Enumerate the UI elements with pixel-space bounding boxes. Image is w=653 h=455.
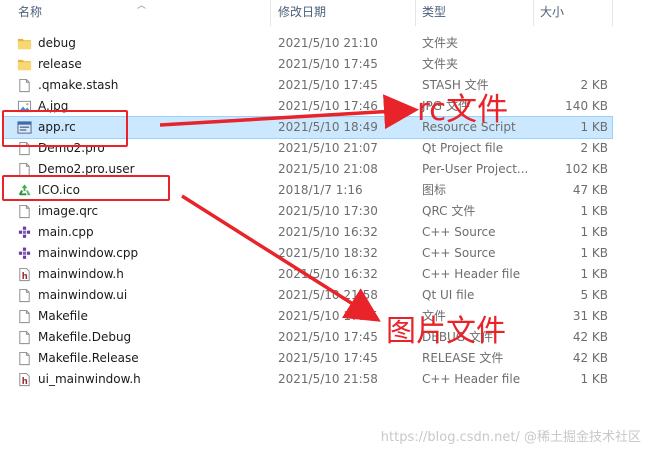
file-type: 图标: [422, 183, 447, 197]
file-modified-date: 2021/5/10 18:49: [278, 120, 378, 134]
file-size: 1 KB: [580, 120, 608, 134]
file-row[interactable]: Makefile 2021/5/10 17:45 文件 31 KB: [0, 306, 653, 327]
column-header-date[interactable]: 修改日期: [278, 0, 326, 25]
file-icon: [17, 309, 32, 324]
file-row[interactable]: release 2021/5/10 17:45 文件夹: [0, 54, 653, 75]
file-name: mainwindow.ui: [38, 288, 128, 302]
file-name: mainwindow.h: [38, 267, 124, 281]
cpp-source-icon: [17, 246, 32, 261]
file-type: C++ Header file: [422, 372, 521, 386]
cpp-header-icon: h: [17, 267, 32, 282]
file-size: 1 KB: [580, 204, 608, 218]
file-type: RELEASE 文件: [422, 351, 504, 365]
file-row[interactable]: mainwindow.ui 2021/5/10 21:58 Qt UI file 5 …: [0, 285, 653, 306]
file-size: 42 KB: [572, 330, 608, 344]
file-size: 1 KB: [580, 246, 608, 260]
file-name: release: [38, 57, 82, 71]
file-type: QRC 文件: [422, 204, 476, 218]
file-name: main.cpp: [38, 225, 94, 239]
file-modified-date: 2021/5/10 21:08: [278, 162, 378, 176]
folder-icon: [17, 36, 32, 51]
file-modified-date: 2021/5/10 17:45: [278, 351, 378, 365]
column-header-size[interactable]: 大小: [540, 0, 564, 25]
file-name: Makefile.Release: [38, 351, 139, 365]
file-size: [540, 54, 608, 75]
column-divider[interactable]: [415, 0, 416, 26]
cpp-source-icon: [17, 225, 32, 240]
image-file-annotation: 图片文件: [386, 314, 506, 349]
file-size: 1 KB: [580, 372, 608, 386]
file-row[interactable]: h mainwindow.h 2021/5/10 16:32 C++ Header f…: [0, 264, 653, 285]
file-modified-date: 2021/5/10 16:32: [278, 225, 378, 239]
file-icon: [17, 204, 32, 219]
file-type: 文件夹: [422, 36, 459, 50]
file-modified-date: 2021/5/10 18:32: [278, 246, 378, 260]
file-row[interactable]: debug 2021/5/10 21:10 文件夹: [0, 33, 653, 54]
column-divider[interactable]: [533, 0, 534, 26]
file-type: 文件夹: [422, 57, 459, 71]
file-modified-date: 2021/5/10 16:32: [278, 267, 378, 281]
file-modified-date: 2021/5/10 17:30: [278, 204, 378, 218]
file-size: 2 KB: [580, 141, 608, 155]
file-icon: [17, 330, 32, 345]
file-modified-date: 2021/5/10 21:07: [278, 141, 378, 155]
column-divider[interactable]: [612, 0, 613, 26]
file-icon: [17, 288, 32, 303]
file-modified-date: 2021/5/10 17:45: [278, 57, 378, 71]
column-divider[interactable]: [270, 0, 271, 26]
file-row[interactable]: .qmake.stash 2021/5/10 17:45 STASH 文件 2 KB: [0, 75, 653, 96]
file-name: debug: [38, 36, 76, 50]
file-row[interactable]: main.cpp 2021/5/10 16:32 C++ Source 1 KB: [0, 222, 653, 243]
file-icon: [17, 351, 32, 366]
file-name: .qmake.stash: [38, 78, 119, 92]
file-row[interactable]: h ui_mainwindow.h 2021/5/10 21:58 C++ Heade…: [0, 369, 653, 390]
file-type: Per-User Project...: [422, 162, 529, 176]
highlight-box-ico-file: [2, 175, 170, 201]
file-size: 42 KB: [572, 351, 608, 365]
file-name: image.qrc: [38, 204, 99, 218]
file-row[interactable]: mainwindow.cpp 2021/5/10 18:32 C++ Source 1…: [0, 243, 653, 264]
file-row[interactable]: Makefile.Debug 2021/5/10 17:45 DEBUG 文件 42 …: [0, 327, 653, 348]
file-type: Qt Project file: [422, 141, 504, 155]
column-header-bar: 名称 ︿ 修改日期 类型 大小: [0, 0, 653, 26]
file-size: 1 KB: [580, 225, 608, 239]
rc-file-annotation: rc文件: [417, 92, 509, 128]
file-icon: [17, 78, 32, 93]
file-size: 47 KB: [572, 183, 608, 197]
file-size: 31 KB: [572, 309, 608, 323]
file-modified-date: 2021/5/10 21:10: [278, 36, 378, 50]
file-name: ui_mainwindow.h: [38, 372, 141, 386]
sort-up-icon: ︿: [137, 1, 147, 11]
file-size: 1 KB: [580, 267, 608, 281]
file-type: C++ Source: [422, 246, 496, 260]
file-modified-date: 2021/5/10 21:58: [278, 288, 378, 302]
file-type: C++ Header file: [422, 267, 521, 281]
file-row[interactable]: Makefile.Release 2021/5/10 17:45 RELEASE 文…: [0, 348, 653, 369]
svg-text:h: h: [22, 271, 28, 281]
file-size: 102 KB: [565, 162, 608, 176]
file-modified-date: 2021/5/10 17:45: [278, 78, 378, 92]
file-modified-date: 2021/5/10 21:58: [278, 372, 378, 386]
file-type: Qt UI file: [422, 288, 475, 302]
file-size: [540, 33, 608, 54]
column-header-name[interactable]: 名称: [18, 0, 42, 25]
watermark: https://blog.csdn.net/ @稀土掘金技术社区: [380, 430, 641, 445]
file-type: C++ Source: [422, 225, 496, 239]
file-size: 5 KB: [580, 288, 608, 302]
cpp-header-icon: h: [17, 372, 32, 387]
file-name: Makefile.Debug: [38, 330, 132, 344]
file-size: 2 KB: [580, 78, 608, 92]
file-size: 140 KB: [565, 99, 608, 113]
file-modified-date: 2018/1/7 1:16: [278, 183, 363, 197]
file-modified-date: 2021/5/10 17:46: [278, 99, 378, 113]
file-name: mainwindow.cpp: [38, 246, 139, 260]
file-row[interactable]: image.qrc 2021/5/10 17:30 QRC 文件 1 KB: [0, 201, 653, 222]
svg-text:h: h: [22, 376, 28, 386]
highlight-box-rc-file: [2, 110, 128, 147]
file-name: Makefile: [38, 309, 88, 323]
column-header-type[interactable]: 类型: [422, 0, 446, 25]
folder-icon: [17, 57, 32, 72]
